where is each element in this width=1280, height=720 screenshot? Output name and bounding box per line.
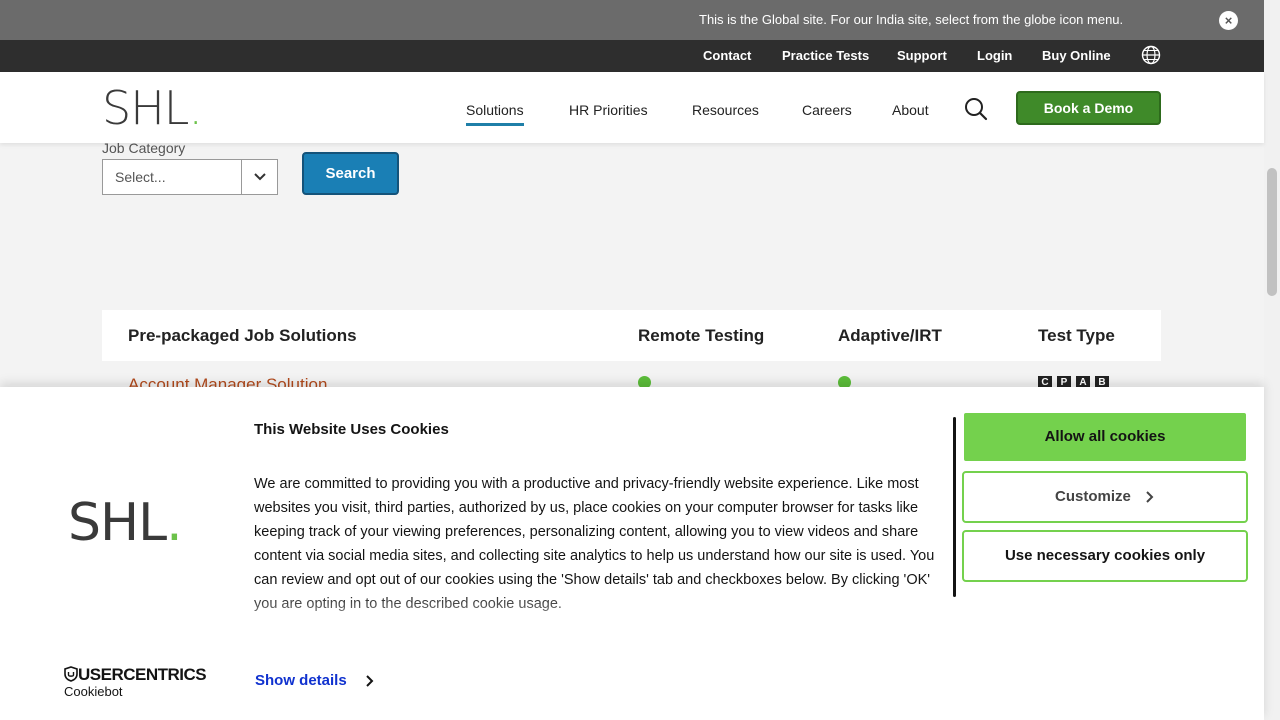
book-demo-button[interactable]: Book a Demo: [1016, 91, 1161, 125]
utility-link-support[interactable]: Support: [897, 48, 947, 63]
job-category-select[interactable]: Select...: [102, 159, 278, 195]
nav-careers[interactable]: Careers: [802, 102, 852, 118]
utility-nav: Contact Practice Tests Support Login Buy…: [0, 40, 1264, 72]
customize-button[interactable]: Customize: [962, 471, 1248, 523]
show-details-link[interactable]: Show details: [255, 672, 375, 689]
customize-label: Customize: [1054, 488, 1131, 505]
utility-link-contact[interactable]: Contact: [703, 48, 751, 63]
necessary-cookies-button[interactable]: Use necessary cookies only: [962, 530, 1248, 582]
search-button[interactable]: Search: [302, 152, 399, 195]
global-site-notice: This is the Global site. For our India s…: [0, 0, 1264, 40]
show-details-label: Show details: [255, 672, 347, 689]
scroll-indicator[interactable]: [953, 417, 956, 597]
column-header: Remote Testing: [638, 326, 765, 345]
globe-icon[interactable]: [1141, 45, 1161, 65]
nav-solutions[interactable]: Solutions: [466, 102, 524, 126]
column-header: Test Type: [1038, 326, 1115, 345]
cookie-title: This Website Uses Cookies: [254, 421, 449, 438]
page-scrollbar[interactable]: [1264, 0, 1280, 720]
column-header: Pre-packaged Job Solutions: [128, 326, 357, 345]
scrollbar-thumb[interactable]: [1267, 168, 1277, 296]
chevron-down-icon[interactable]: [241, 160, 277, 194]
select-value: Select...: [115, 169, 166, 185]
column-header: Adaptive/IRT: [838, 326, 942, 345]
chevron-right-icon: [366, 675, 374, 687]
close-icon[interactable]: ×: [1219, 11, 1238, 30]
table-header: Pre-packaged Job Solutions Remote Testin…: [102, 310, 1161, 361]
utility-link-login[interactable]: Login: [977, 48, 1012, 63]
cookiebot-label: Cookiebot: [64, 684, 123, 699]
nav-hr-priorities[interactable]: HR Priorities: [569, 102, 648, 118]
nav-about[interactable]: About: [892, 102, 929, 118]
allow-all-cookies-button[interactable]: Allow all cookies: [964, 413, 1246, 461]
nav-resources[interactable]: Resources: [692, 102, 759, 118]
utility-link-practice-tests[interactable]: Practice Tests: [782, 48, 869, 63]
shl-logo[interactable]: SHL.: [102, 85, 203, 131]
usercentrics-logo: USERCENTRICS: [64, 665, 207, 685]
utility-link-buy-online[interactable]: Buy Online: [1042, 48, 1111, 63]
shl-logo: SHL.: [68, 493, 183, 553]
text-fade: [254, 592, 944, 642]
search-icon[interactable]: [963, 96, 989, 122]
provider-name: USERCENTRICS: [78, 665, 207, 684]
chevron-right-icon: [1146, 491, 1154, 503]
shield-icon: [64, 666, 78, 682]
site-header: SHL. Solutions HR Priorities Resources C…: [0, 72, 1264, 143]
cookie-banner: SHL. This Website Uses Cookies We are co…: [0, 387, 1264, 720]
notice-text: This is the Global site. For our India s…: [699, 12, 1124, 27]
